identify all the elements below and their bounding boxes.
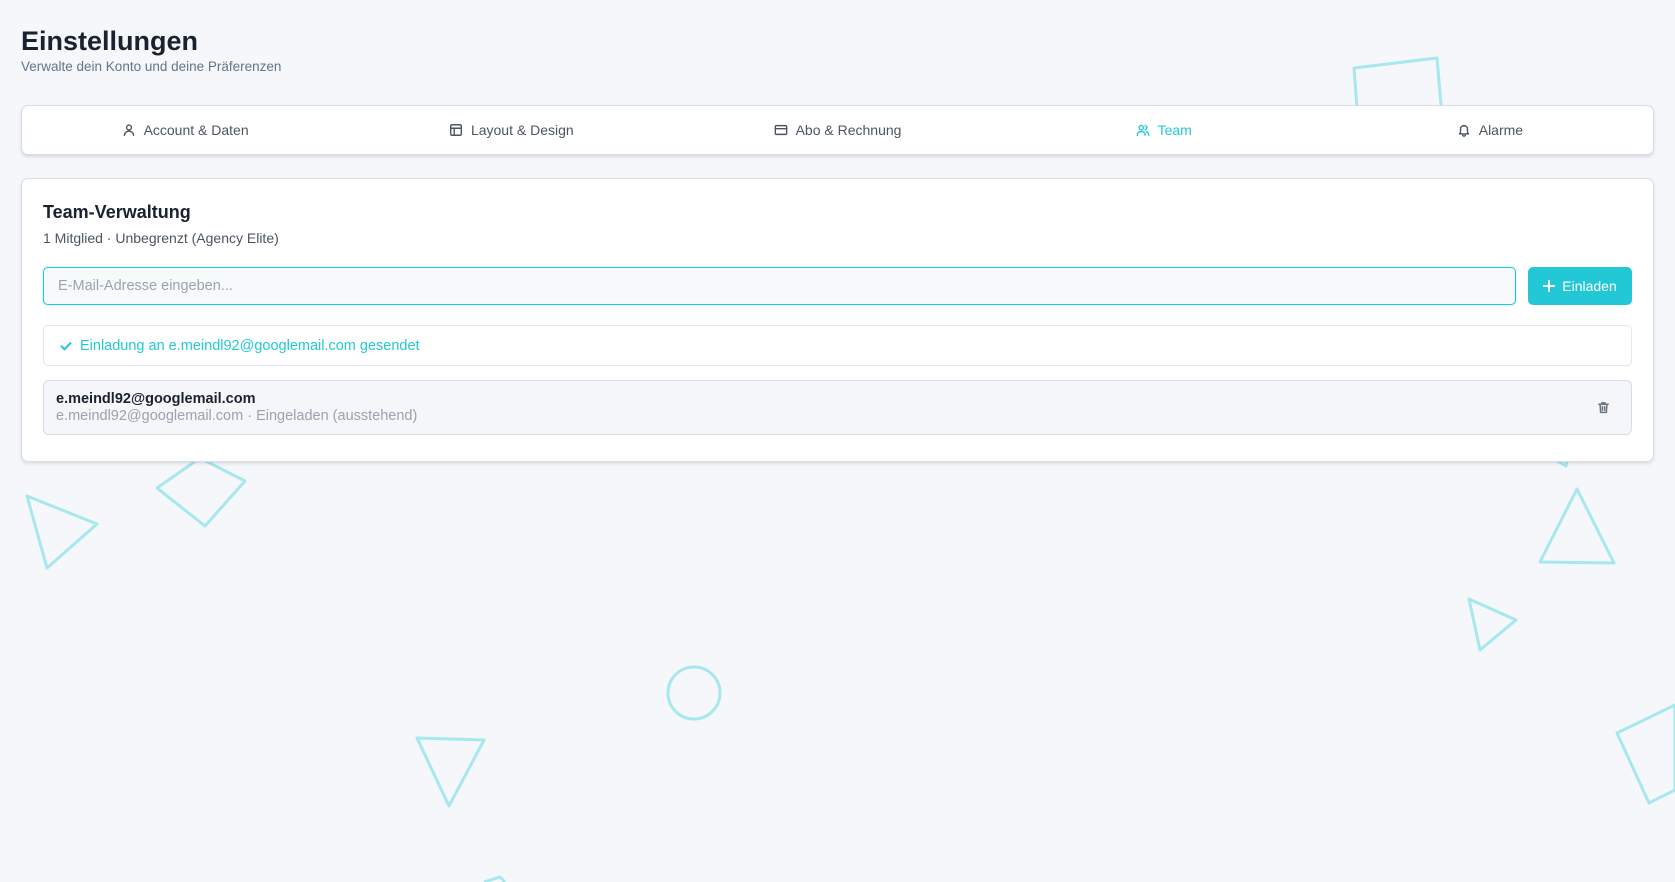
decor-triangle <box>1467 597 1518 652</box>
tab-subscription[interactable]: Abo & Rechnung <box>674 106 1000 154</box>
user-icon <box>123 124 134 137</box>
decor-triangle <box>1538 487 1616 565</box>
member-status: e.meindl92@googlemail.com · Eingeladen (… <box>56 407 418 424</box>
email-input[interactable] <box>43 267 1516 305</box>
success-message: Einladung an e.meindl92@googlemail.com g… <box>43 325 1632 366</box>
tab-label: Abo & Rechnung <box>795 122 902 138</box>
section-title: Team-Verwaltung <box>43 202 191 222</box>
decor-circle <box>666 665 722 721</box>
delete-member-button[interactable] <box>1591 396 1615 420</box>
page-title: Einstellungen <box>21 26 199 56</box>
decor-triangle <box>415 736 486 808</box>
bell-icon <box>1458 124 1469 137</box>
invite-row: Einladen <box>43 267 1632 305</box>
tab-label: Account & Daten <box>143 122 249 138</box>
decor-square <box>1615 703 1675 805</box>
member-email: e.meindl92@googlemail.com <box>56 390 256 407</box>
invite-button[interactable]: Einladen <box>1528 267 1632 305</box>
tab-alarms[interactable]: Alarme <box>1327 106 1653 154</box>
member-info: e.meindl92@googlemail.com e.meindl92@goo… <box>56 391 417 425</box>
settings-tabs: Account & Daten Layout & Design Abo & Re… <box>21 105 1654 155</box>
tab-team[interactable]: Team <box>1001 106 1327 154</box>
member-count: 1 Mitglied · Unbegrenzt (Agency Elite) <box>43 230 279 246</box>
member-row: e.meindl92@googlemail.com e.meindl92@goo… <box>43 380 1632 435</box>
page-subtitle: Verwalte dein Konto und deine Präferenze… <box>21 59 282 74</box>
tab-label: Alarme <box>1478 122 1524 138</box>
tab-label: Team <box>1157 122 1192 138</box>
layout-icon <box>449 124 462 136</box>
tab-label: Layout & Design <box>470 122 574 138</box>
trash-icon <box>1597 402 1609 414</box>
check-icon <box>60 341 72 350</box>
tab-layout[interactable]: Layout & Design <box>348 106 674 154</box>
credit-card-icon <box>774 124 787 136</box>
invite-button-label: Einladen <box>1562 278 1617 294</box>
settings-page: Einstellungen Verwalte dein Konto und de… <box>0 0 1675 462</box>
team-management-card: Team-Verwaltung 1 Mitglied · Unbegrenzt … <box>21 178 1654 462</box>
decor-diamond <box>155 456 247 528</box>
users-icon <box>1136 124 1149 136</box>
tab-account[interactable]: Account & Daten <box>22 106 348 154</box>
success-message-text: Einladung an e.meindl92@googlemail.com g… <box>80 337 420 354</box>
plus-icon <box>1543 280 1556 292</box>
decor-triangle <box>25 494 99 570</box>
decor-triangle <box>483 875 507 882</box>
